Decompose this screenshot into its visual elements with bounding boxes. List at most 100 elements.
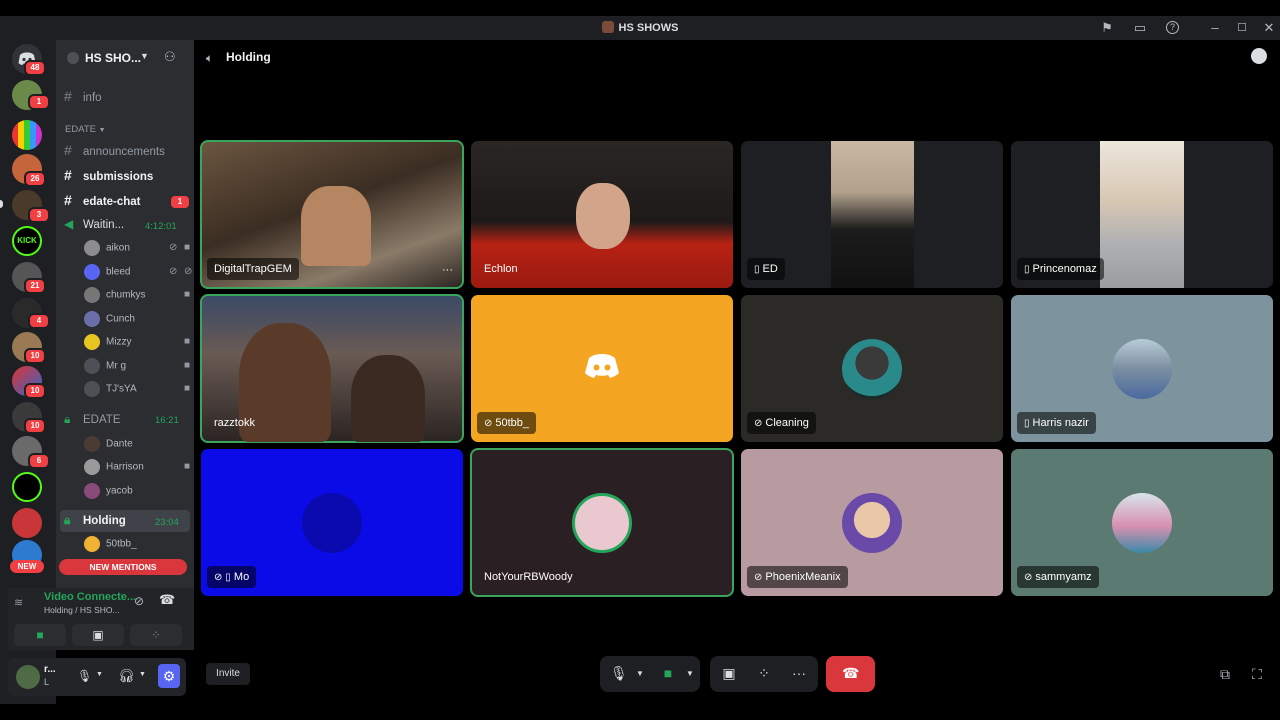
inbox-flag-icon[interactable]: ⚑	[1099, 20, 1115, 36]
chevron-down-icon[interactable]: ▼	[96, 671, 103, 678]
extra-controls: ▣ ⁘ ···	[710, 656, 818, 692]
participant-label: ▯ ED	[747, 258, 785, 280]
voice-channel-holding[interactable]: 🔒︎ Holding	[64, 513, 126, 533]
settings-gear-icon[interactable]: ⚙	[158, 664, 180, 688]
voice-status[interactable]: Video Connecte...	[44, 591, 136, 603]
user-name: 50tbb_	[106, 538, 137, 550]
chevron-down-icon[interactable]: ▼	[139, 671, 146, 678]
voice-channel-edate[interactable]: 🔒︎ EDATE	[64, 412, 121, 432]
add-member-icon[interactable]: ⚇	[164, 49, 176, 65]
video-tile[interactable]: razztokk	[200, 294, 464, 443]
category-edate[interactable]: EDATE ▼	[65, 124, 106, 135]
user-name: r...	[44, 664, 56, 675]
camera-icon[interactable]: ■	[660, 665, 676, 681]
user-avatar[interactable]	[16, 665, 40, 689]
server-badge: 10	[24, 418, 46, 434]
category-label: EDATE	[65, 124, 96, 135]
dm-badge: 48	[24, 60, 46, 76]
muted-icon: ⊘	[214, 572, 223, 583]
screen-share-button[interactable]: ▣	[72, 624, 124, 646]
voice-user[interactable]: chumkys ■	[84, 287, 190, 305]
discord-app: HS SHOWS ⚑ ▭ ? – ☐ ✕ 48 1 26 3 KICK 21 4…	[0, 0, 1280, 720]
user-name: Cunch	[106, 313, 135, 325]
video-tile[interactable]: NotYourRBWoody	[470, 448, 734, 597]
activities-icon[interactable]: ⁘	[756, 665, 772, 682]
voice-user[interactable]: aikon ⊘ ■	[84, 240, 190, 258]
video-tile[interactable]: ⊘ sammyamz	[1011, 449, 1273, 596]
voice-user[interactable]: Harrison ■	[84, 459, 190, 477]
avatar	[1112, 339, 1172, 399]
channel-submissions[interactable]: # submissions	[64, 167, 153, 187]
user-name: aikon	[106, 242, 130, 254]
video-button[interactable]: ■	[14, 624, 66, 646]
headphones-icon[interactable]: 🎧︎	[118, 668, 135, 684]
participant-label: ⊘ Cleaning	[747, 412, 816, 434]
server-icon[interactable]	[12, 120, 42, 150]
voice-user[interactable]: bleed ⊘ ⊘	[84, 264, 192, 282]
chevron-down-icon[interactable]: ▼	[682, 669, 698, 678]
video-tile[interactable]: ▯ ED	[741, 141, 1003, 288]
video-tile[interactable]: ▯ Harris nazir	[1011, 295, 1273, 442]
microphone-icon[interactable]: 🎙︎	[77, 669, 92, 683]
new-mentions-button[interactable]: NEW MENTIONS	[59, 559, 187, 575]
participant-name: PhoenixMeanix	[765, 571, 841, 583]
pop-out-icon[interactable]: ⧉	[1220, 666, 1230, 683]
leave-call-button[interactable]: ☎	[826, 656, 875, 692]
hash-icon: #	[64, 192, 72, 208]
participant-name: Princenomaz	[1032, 263, 1097, 275]
help-icon[interactable]: ?	[1166, 21, 1179, 34]
chevron-down-icon[interactable]: ▼	[632, 669, 648, 678]
call-area: 🔈︎ Holding DigitalTrapGEM ··· Echlon ▯ ED…	[194, 40, 1280, 704]
server-icon[interactable]	[12, 508, 42, 538]
voice-user[interactable]: Dante	[84, 436, 133, 454]
video-tile[interactable]: ⊘ 50tbb_	[471, 295, 733, 442]
video-tile[interactable]: ⊘ PhoenixMeanix	[741, 449, 1003, 596]
server-name: HS SHO...	[85, 51, 142, 65]
server-badge: 26	[24, 171, 46, 187]
more-options-icon[interactable]: ···	[442, 264, 453, 276]
new-badge[interactable]: NEW	[10, 560, 44, 573]
voice-connection-panel: ≋ Video Connecte... Holding / HS SHO... …	[8, 588, 194, 650]
mention-badge: 1	[169, 194, 191, 210]
voice-user[interactable]: 50tbb_⊘	[84, 536, 206, 554]
voice-channel-waiting[interactable]: ◀ Waitin...	[64, 217, 124, 237]
channel-info[interactable]: # info	[64, 88, 102, 108]
mobile-icon: ▯	[754, 264, 760, 275]
kick-server-icon[interactable]: KICK	[12, 226, 42, 256]
hash-icon: #	[64, 142, 72, 158]
video-tile[interactable]: ⊘ Cleaning	[741, 295, 1003, 442]
fullscreen-icon[interactable]: ⛶	[1252, 666, 1262, 683]
screen-share-icon[interactable]: ▣	[721, 665, 737, 682]
server-header[interactable]: HS SHO... ▼ ⚇	[56, 40, 194, 74]
channel-label: Waitin...	[83, 219, 125, 231]
voice-user[interactable]: Mr g ■	[84, 358, 190, 376]
participant-label: Echlon	[477, 258, 525, 280]
voice-user[interactable]: Mizzy ■	[84, 334, 190, 352]
video-tile[interactable]: ▯ Princenomaz	[1011, 141, 1273, 288]
voice-user[interactable]: Cunch	[84, 311, 135, 329]
server-icon[interactable]	[12, 472, 42, 502]
maximize-icon[interactable]: ☐	[1234, 20, 1250, 36]
invite-button[interactable]: Invite	[206, 663, 250, 685]
video-tile[interactable]: Echlon	[471, 141, 733, 288]
microphone-icon[interactable]: 🎙︎	[610, 665, 628, 682]
participant-video	[301, 186, 371, 266]
channel-label: submissions	[83, 171, 154, 183]
mobile-icon: ▯	[1024, 418, 1030, 429]
noise-suppression-icon[interactable]: ⊘	[134, 594, 144, 608]
disconnect-icon[interactable]: ☎	[159, 592, 175, 608]
voice-location[interactable]: Holding / HS SHO...	[44, 605, 120, 615]
activities-button[interactable]: ⁘	[130, 624, 182, 646]
video-tile[interactable]: DigitalTrapGEM ···	[200, 140, 464, 289]
chat-bubble-icon[interactable]	[1251, 48, 1267, 64]
minimize-icon[interactable]: –	[1207, 20, 1223, 36]
voice-user[interactable]: yacob	[84, 483, 133, 501]
channel-announcements[interactable]: # announcements	[64, 142, 165, 162]
more-icon[interactable]: ···	[791, 665, 807, 681]
close-icon[interactable]: ✕	[1261, 20, 1277, 36]
video-tile[interactable]: ⊘ ▯ Mo	[201, 449, 463, 596]
screen-icon[interactable]: ▭	[1132, 20, 1148, 36]
user-name: Dante	[106, 438, 133, 450]
channel-edate-chat[interactable]: # edate-chat	[64, 192, 141, 212]
voice-user[interactable]: TJ'sYA ■	[84, 381, 190, 399]
